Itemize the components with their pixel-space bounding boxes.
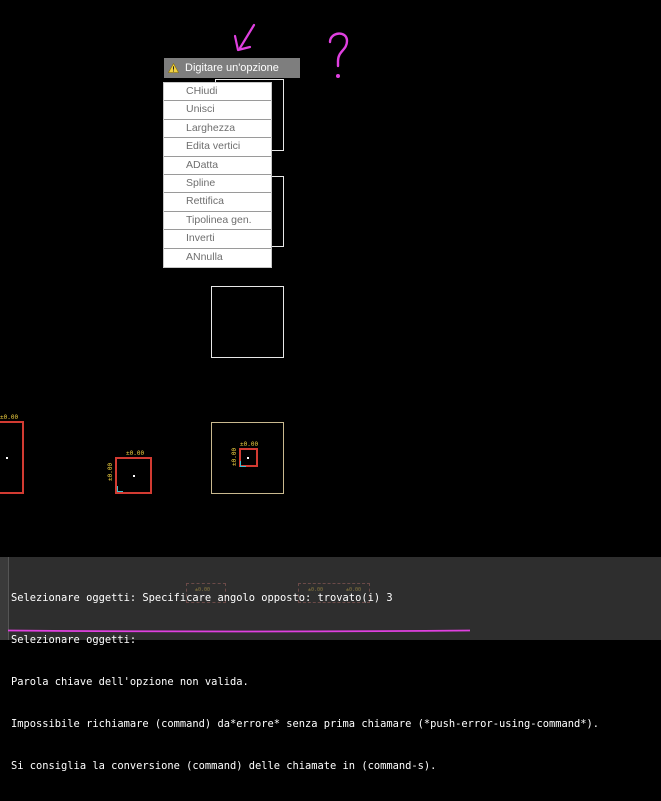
center-point xyxy=(133,475,135,477)
menu-item-inverti[interactable]: Inverti xyxy=(164,230,271,249)
underline-annotation-icon xyxy=(8,629,470,633)
menu-item-rettifica[interactable]: Rettifica xyxy=(164,193,271,212)
command-line-history[interactable]: ±0.00 ±0.00 ±0.00 Selezionare oggetti: S… xyxy=(0,557,661,772)
menu-item-annulla[interactable]: ANnulla xyxy=(164,248,271,267)
option-prompt: Digitare un'opzione xyxy=(164,58,300,78)
command-line-text: Selezionare oggetti: Specificare angolo … xyxy=(11,563,599,801)
question-mark-annotation-icon xyxy=(328,32,349,78)
menu-item-larghezza[interactable]: Larghezza xyxy=(164,119,271,139)
ucs-icon xyxy=(240,461,246,467)
command-line-entry: Si consiglia la conversione (command) de… xyxy=(11,760,437,772)
menu-item-unisci[interactable]: Unisci xyxy=(164,101,271,120)
drawing-red-rectangle[interactable] xyxy=(0,421,24,494)
dimension-label: ±0.00 xyxy=(231,447,238,466)
ucs-icon xyxy=(117,486,123,492)
menu-item-edita-vertici[interactable]: Edita vertici xyxy=(164,138,271,157)
arrow-annotation-icon xyxy=(233,23,256,52)
option-prompt-label: Digitare un'opzione xyxy=(185,62,279,74)
option-menu[interactable]: CHiudi Unisci Larghezza Edita vertici AD… xyxy=(163,82,272,268)
command-line-entry: Impossibile richiamare (command) da*erro… xyxy=(11,718,600,730)
command-line-grip[interactable] xyxy=(0,557,9,640)
command-line-entry: Selezionare oggetti: Specificare angolo … xyxy=(11,592,393,604)
center-point xyxy=(247,457,249,459)
center-point xyxy=(6,457,8,459)
drawing-rectangle[interactable] xyxy=(211,286,284,358)
menu-item-adatta[interactable]: ADatta xyxy=(164,156,271,175)
menu-item-tipolinea-gen[interactable]: Tipolinea gen. xyxy=(164,211,271,231)
menu-item-spline[interactable]: Spline xyxy=(164,174,271,194)
command-line-entry: Selezionare oggetti: xyxy=(11,634,137,646)
drawing-canvas[interactable]: ±0.00 ±0.00 ±0.00 ±0.00 ±0.00 Digitare u… xyxy=(0,0,661,557)
dimension-label: ±0.00 xyxy=(126,450,145,457)
dimension-label: ±0.00 xyxy=(107,462,114,481)
dimension-label: ±0.00 xyxy=(240,441,259,448)
warning-icon xyxy=(168,63,179,73)
command-line-entry: Parola chiave dell'opzione non valida. xyxy=(11,676,249,688)
dimension-label: ±0.00 xyxy=(0,414,19,421)
menu-item-chiudi[interactable]: CHiudi xyxy=(164,83,271,102)
